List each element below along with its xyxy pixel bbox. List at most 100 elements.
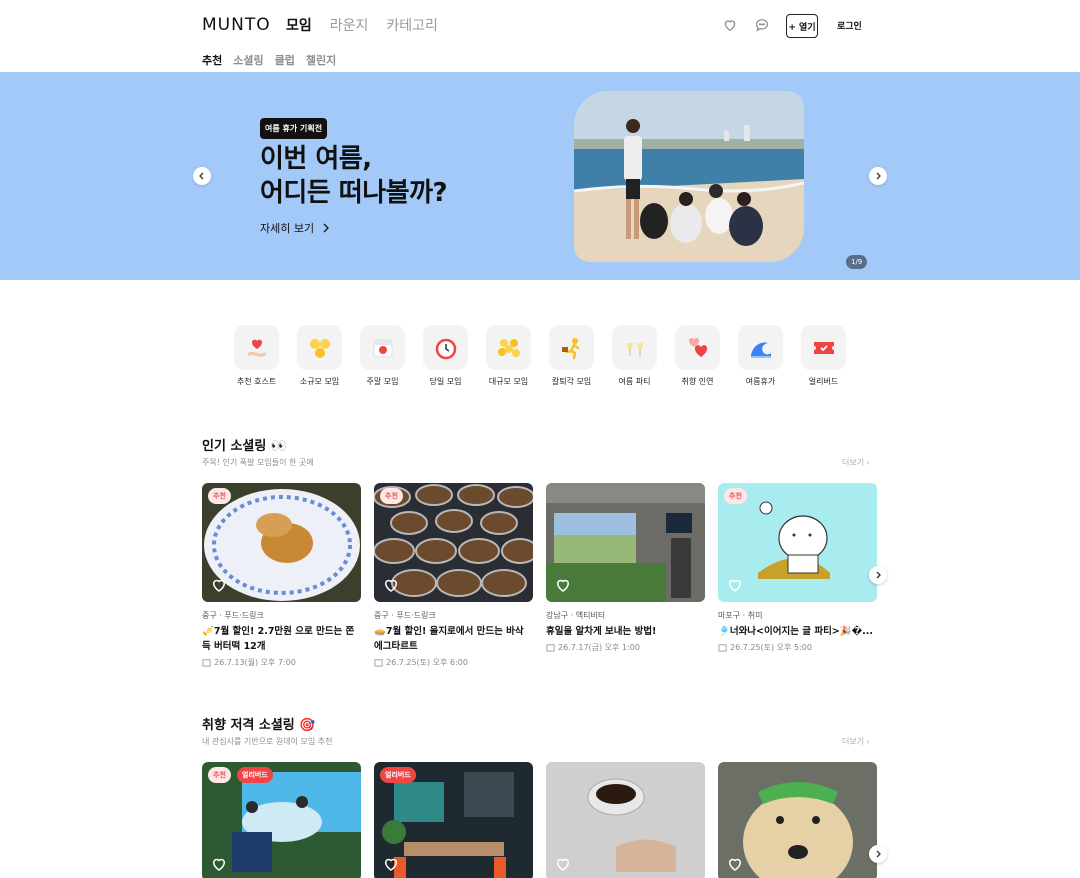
category-item[interactable]: 얼리버드 (801, 325, 846, 387)
card-row: 추천 얼리버드 얼리버드 (202, 762, 877, 878)
category-item[interactable]: 대규모 모임 (486, 325, 531, 387)
calendar-icon (202, 659, 211, 667)
tab-socialing[interactable]: 소셜링 (233, 52, 263, 74)
card-title: 🥧7월 할인! 을지로에서 만드는 바삭 에그타르트 (374, 626, 524, 652)
sub-nav: 추천 소셜링 클럽 챌린지 (202, 52, 336, 74)
section-title: 인기 소셜링 👀 (202, 439, 288, 454)
card-image: 추천 (374, 483, 533, 602)
category-label: 소규모 모임 (299, 377, 340, 386)
category-item[interactable]: 당일 모임 (423, 325, 468, 387)
meeting-card[interactable]: 추천 중구 · 푸드·드링크 🎺7월 할인! 2.7만원 으로 만드는 쫀득 버… (202, 483, 361, 668)
banner-pager: 1/9 (846, 255, 868, 269)
meeting-card[interactable]: 얼리버드 (374, 762, 533, 878)
card-image: 추천 얼리버드 (202, 762, 361, 878)
card-date: 26.7.25(토) 오후 5:00 (718, 642, 877, 653)
section-subtitle: 주목! 인기 폭발 모임들이 한 곳에 (202, 458, 314, 467)
category-item[interactable]: 여름 파티 (612, 325, 657, 387)
card-date: 26.7.17(금) 오후 1:00 (546, 642, 705, 653)
card-location: 강남구 · 액티비티 (546, 611, 606, 620)
tab-club[interactable]: 클럽 (275, 52, 295, 74)
nav-category[interactable]: 카테고리 (386, 15, 438, 35)
nav-lounge[interactable]: 라운지 (330, 15, 369, 35)
category-label: 주말 모임 (366, 377, 399, 386)
heart-icon[interactable] (722, 17, 738, 33)
heart-icon[interactable] (726, 576, 744, 594)
category-item[interactable]: 여름휴가 (738, 325, 783, 387)
category-label: 추천 호스트 (236, 377, 277, 386)
card-image: 추천 (202, 483, 361, 602)
carousel-next-button[interactable] (869, 845, 887, 863)
category-item[interactable]: 칼퇴각 모임 (549, 325, 594, 387)
category-row: 추천 호스트 소규모 모임 주말 모임 당일 모임 대규모 모임 칼퇴각 모임 (234, 325, 846, 387)
card-image (546, 762, 705, 878)
category-label: 대규모 모임 (488, 377, 529, 386)
card-location: 중구 · 푸드·드링크 (374, 611, 436, 620)
chat-icon[interactable] (754, 17, 770, 33)
category-label: 여름휴가 (745, 377, 776, 386)
more-link[interactable]: 더보기 › (842, 457, 870, 468)
meeting-card[interactable]: 강남구 · 액티비티 휴일을 알차게 보내는 방법! 26.7.17(금) 오후… (546, 483, 705, 668)
banner-tag: 여름 휴가 기획전 (260, 118, 328, 139)
card-row: 추천 중구 · 푸드·드링크 🎺7월 할인! 2.7만원 으로 만드는 쫀득 버… (202, 483, 877, 668)
card-date: 26.7.13(월) 오후 7:00 (202, 657, 361, 668)
section-title: 취향 저격 소셜링 🎯 (202, 718, 316, 733)
calendar-icon (360, 325, 405, 370)
promo-banner[interactable]: 여름 휴가 기획전 이번 여름, 어디든 떠나볼까? 자세히 보기 1/9 (0, 72, 1080, 280)
card-date-text: 26.7.25(토) 오후 6:00 (386, 658, 468, 667)
banner-next-button[interactable] (869, 167, 887, 185)
meeting-card[interactable]: 추천 얼리버드 (202, 762, 361, 878)
card-location: 중구 · 푸드·드링크 (202, 611, 264, 620)
more-link[interactable]: 더보기 › (842, 736, 870, 747)
chevron-right-icon (323, 223, 330, 233)
heart-icon[interactable] (382, 855, 400, 873)
recommend-badge: 추천 (380, 488, 403, 504)
early-bird-badge: 얼리버드 (237, 767, 273, 783)
card-title: 🎺7월 할인! 2.7만원 으로 만드는 쫀득 버터떡 12개 (202, 626, 355, 652)
meeting-card[interactable] (718, 762, 877, 878)
heart-icon[interactable] (382, 576, 400, 594)
login-link[interactable]: 로그인 (837, 19, 862, 32)
heart-icon[interactable] (726, 855, 744, 873)
card-date: 26.7.25(토) 오후 6:00 (374, 657, 533, 668)
wave-icon (738, 325, 783, 370)
meeting-card[interactable] (546, 762, 705, 878)
category-label: 취향 인연 (681, 377, 714, 386)
carousel-next-button[interactable] (869, 566, 887, 584)
banner-more-label: 자세히 보기 (260, 222, 315, 235)
category-item[interactable]: 주말 모임 (360, 325, 405, 387)
banner-title: 이번 여름, 어디든 떠나볼까? (260, 142, 448, 210)
heart-icon[interactable] (554, 576, 572, 594)
calendar-icon (546, 644, 555, 652)
heart-icon[interactable] (210, 576, 228, 594)
card-image (718, 762, 877, 878)
nav-meetings[interactable]: 모임 (286, 15, 312, 35)
heart-hand-icon (234, 325, 279, 370)
meeting-card[interactable]: 추천 중구 · 푸드·드링크 🥧7월 할인! 을지로에서 만드는 바삭 에그타르… (374, 483, 533, 668)
recommend-badge: 추천 (724, 488, 747, 504)
banner-title-line1: 이번 여름, (260, 144, 372, 174)
munto-logo[interactable]: MUNTO (202, 15, 271, 35)
calendar-icon (374, 659, 383, 667)
tab-challenge[interactable]: 챌린지 (306, 52, 336, 74)
alarm-clock-icon (423, 325, 468, 370)
card-date-text: 26.7.17(금) 오후 1:00 (558, 643, 640, 652)
meeting-card[interactable]: 추천 마포구 · 취미 🎐너와나<이어지는 글 파티>🎉�... 26.7.25… (718, 483, 877, 668)
category-label: 여름 파티 (618, 377, 651, 386)
card-image: 추천 (718, 483, 877, 602)
category-item[interactable]: 취향 인연 (675, 325, 720, 387)
tab-recommend[interactable]: 추천 (202, 52, 223, 74)
category-item[interactable]: 추천 호스트 (234, 325, 279, 387)
runner-icon (549, 325, 594, 370)
category-item[interactable]: 소규모 모임 (297, 325, 342, 387)
recommend-badge: 추천 (208, 488, 231, 504)
banner-prev-button[interactable] (193, 167, 211, 185)
heart-icon[interactable] (210, 855, 228, 873)
card-image: 얼리버드 (374, 762, 533, 878)
card-date-text: 26.7.13(월) 오후 7:00 (214, 658, 296, 667)
heart-icon[interactable] (554, 855, 572, 873)
banner-more-link[interactable]: 자세히 보기 (260, 220, 330, 236)
calendar-icon (718, 644, 727, 652)
ticket-icon (801, 325, 846, 370)
chevron-right-icon (876, 571, 881, 579)
open-meeting-button[interactable]: + 열기 (786, 14, 818, 38)
